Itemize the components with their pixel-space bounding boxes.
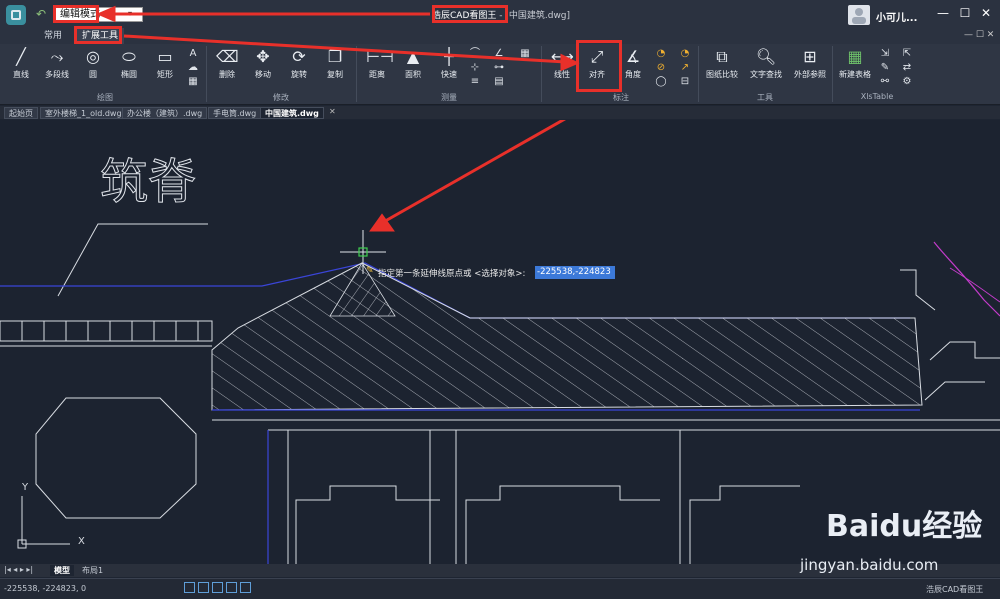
lightbulb-icon: ✎ bbox=[366, 266, 374, 276]
drawing-title-text: 筑脊 bbox=[99, 154, 197, 211]
layout-tab-model[interactable]: 模型 bbox=[50, 565, 74, 576]
watermark-url: jingyan.baidu.com bbox=[800, 556, 939, 574]
layout-tab-layout1[interactable]: 布局1 bbox=[78, 565, 107, 576]
ortho-icon[interactable] bbox=[212, 582, 223, 593]
ucs-y-label: Y bbox=[22, 482, 29, 493]
status-app-name: 浩辰CAD看图王 bbox=[926, 585, 984, 594]
annotation-arrows bbox=[96, 5, 580, 72]
osnap-icon[interactable] bbox=[240, 582, 251, 593]
layout-nav-arrows[interactable]: |◂ ◂ ▸ ▸| bbox=[4, 565, 33, 574]
command-prompt: 指定第一条延伸线原点或 <选择对象>: bbox=[378, 269, 526, 279]
zoom-icon[interactable] bbox=[184, 582, 195, 593]
status-bar bbox=[0, 578, 1000, 599]
coordinate-input[interactable]: -225538,-224823 bbox=[535, 266, 615, 279]
ucs-x-label: X bbox=[78, 536, 85, 547]
polar-icon[interactable] bbox=[226, 582, 237, 593]
watermark-logo: Baidu经验 bbox=[826, 509, 983, 544]
snap-icon[interactable] bbox=[198, 582, 209, 593]
status-coordinates: -225538, -224823, 0 bbox=[4, 584, 87, 593]
